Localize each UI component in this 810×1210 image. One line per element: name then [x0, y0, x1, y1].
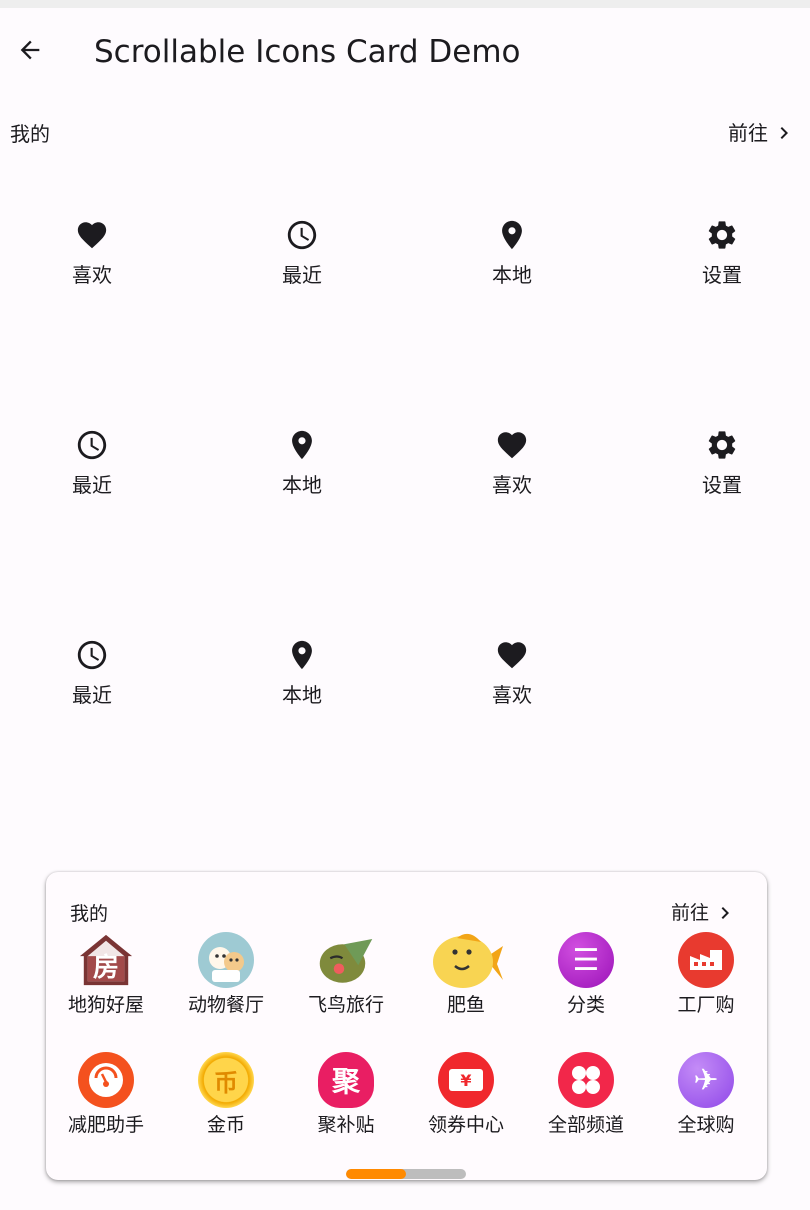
grid-item[interactable]: 本地: [202, 385, 402, 595]
channel-item[interactable]: 减肥助手: [46, 1052, 166, 1162]
channel-item[interactable]: 肥鱼: [406, 932, 526, 1042]
grid-item[interactable]: 本地: [202, 595, 402, 805]
back-button[interactable]: [8, 28, 52, 72]
scroll-indicator-thumb: [346, 1169, 406, 1179]
coin-icon-glyph: 币: [214, 1068, 238, 1097]
channel-label: 动物餐厅: [187, 994, 264, 1016]
coupon-icon-glyph: ¥: [460, 1070, 472, 1090]
scroll-indicator[interactable]: [346, 1169, 466, 1179]
channel-item[interactable]: ✈ 全球购: [646, 1052, 766, 1162]
clock-icon: [77, 430, 107, 460]
grid-item[interactable]: 喜欢: [412, 385, 612, 595]
category-icon: ☰: [558, 932, 614, 988]
grid-item[interactable]: 喜欢: [412, 595, 612, 805]
channel-label: 减肥助手: [67, 1114, 144, 1136]
channel-item[interactable]: 飞鸟旅行: [286, 932, 406, 1042]
page-title: Scrollable Icons Card Demo: [94, 34, 521, 70]
go-link-label: 前往: [728, 121, 768, 145]
plane-icon-glyph: ✈: [693, 1062, 719, 1098]
channel-label: 飞鸟旅行: [307, 994, 384, 1016]
grid-item[interactable]: 本地: [412, 175, 612, 385]
all-channels-icon: [558, 1052, 614, 1108]
channel-label: 工厂购: [677, 994, 735, 1016]
channel-item[interactable]: ☰ 分类: [526, 932, 646, 1042]
grid-item-label: 本地: [282, 473, 322, 497]
chevron-right-icon: [780, 127, 788, 139]
channel-item[interactable]: 全部频道: [526, 1052, 646, 1162]
channel-label: 地狗好屋: [67, 994, 144, 1016]
grid-item-label: 喜欢: [492, 473, 532, 497]
grid-item-label: 喜欢: [72, 263, 112, 287]
animal-restaurant-icon: [198, 932, 254, 988]
coupon-icon: ¥: [438, 1052, 494, 1108]
grid-item[interactable]: 最近: [0, 595, 192, 805]
channel-item[interactable]: 聚 聚补贴: [286, 1052, 406, 1162]
app-bar: Scrollable Icons Card Demo: [0, 8, 810, 96]
card-go-link[interactable]: 前往: [671, 899, 737, 927]
house-icon: 房: [78, 932, 134, 988]
plane-icon: ✈: [678, 1052, 734, 1108]
channel-label: 全部频道: [547, 1114, 624, 1136]
grid-item-label: 设置: [702, 473, 742, 497]
grid-item-label: 本地: [492, 263, 532, 287]
channel-label: 全球购: [677, 1114, 735, 1136]
coin-icon: 币: [198, 1052, 254, 1108]
channel-label: 肥鱼: [446, 994, 485, 1016]
grid-item[interactable]: 喜欢: [0, 175, 192, 385]
heart-icon: [497, 642, 527, 669]
gear-icon: [708, 221, 736, 249]
grid-item-label: 喜欢: [492, 683, 532, 707]
channel-item[interactable]: 房 地狗好屋: [46, 932, 166, 1042]
heart-icon: [497, 432, 527, 459]
clock-icon: [77, 640, 107, 670]
fish-icon: [429, 932, 503, 988]
channel-label: 聚补贴: [317, 1114, 375, 1136]
clock-icon: [287, 220, 317, 250]
channel-item[interactable]: ¥ 领券中心: [406, 1052, 526, 1162]
chevron-right-icon: [721, 907, 729, 919]
grid-item-label: 最近: [282, 263, 322, 287]
channel-label: 分类: [566, 994, 605, 1016]
grid-item[interactable]: 最近: [0, 385, 192, 595]
heart-icon: [77, 222, 107, 249]
gear-icon: [708, 431, 736, 459]
section-go-link[interactable]: 前往: [728, 118, 796, 148]
grid-item[interactable]: 设置: [622, 385, 810, 595]
status-bar: [0, 0, 810, 8]
location-pin-icon: [292, 430, 312, 460]
grid-item[interactable]: 设置: [622, 175, 810, 385]
scrollable-icons-card: 我的 前往 房 地狗好屋 动物餐厅 飞鸟旅行 肥鱼 ☰ 分类 工厂购 减肥助手 …: [46, 872, 767, 1180]
bird-icon: [318, 932, 374, 988]
scale-icon: [78, 1052, 134, 1108]
subsidy-icon: 聚: [318, 1052, 374, 1108]
category-icon-glyph: ☰: [572, 942, 600, 978]
factory-icon: [678, 932, 734, 988]
grid-item-label: 最近: [72, 683, 112, 707]
grid-item-label: 设置: [702, 263, 742, 287]
channel-item[interactable]: 工厂购: [646, 932, 766, 1042]
arrow-back-icon: [20, 40, 40, 60]
location-pin-icon: [292, 640, 312, 670]
card-go-label: 前往: [670, 902, 709, 924]
house-icon-glyph: 房: [92, 952, 119, 983]
grid-item[interactable]: 最近: [202, 175, 402, 385]
channel-item[interactable]: 币 金币: [166, 1052, 286, 1162]
location-pin-icon: [502, 220, 522, 250]
channel-label: 金币: [206, 1114, 245, 1136]
section-title: 我的: [10, 122, 50, 146]
channel-label: 领券中心: [427, 1114, 504, 1136]
subsidy-icon-glyph: 聚: [331, 1065, 360, 1098]
grid-item-label: 本地: [282, 683, 322, 707]
channel-item[interactable]: 动物餐厅: [166, 932, 286, 1042]
grid-item-label: 最近: [72, 473, 112, 497]
card-title: 我的: [70, 903, 109, 925]
